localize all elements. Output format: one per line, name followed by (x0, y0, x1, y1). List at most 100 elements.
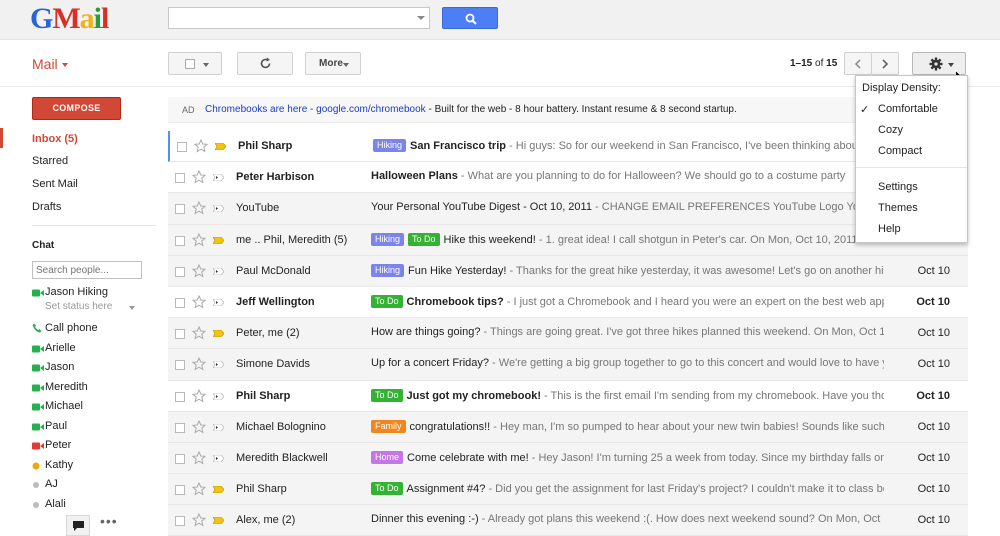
select-all-button[interactable] (168, 52, 222, 75)
email-row[interactable]: Peter Harbison Halloween Plans - What are… (168, 162, 968, 194)
email-label[interactable]: Family (371, 419, 406, 433)
importance-marker-icon[interactable] (213, 454, 224, 462)
star-icon[interactable] (192, 357, 206, 371)
chat-button[interactable] (66, 515, 90, 536)
search-options-caret-icon[interactable] (417, 16, 425, 20)
gmail-logo[interactable]: GMail (30, 2, 109, 36)
importance-marker-icon[interactable] (213, 330, 224, 338)
menu-item-themes[interactable]: Themes (878, 202, 918, 214)
star-icon[interactable] (192, 170, 206, 184)
email-label[interactable]: To Do (408, 232, 440, 246)
menu-item-help[interactable]: Help (878, 223, 901, 235)
search-box[interactable] (168, 7, 430, 29)
importance-marker-icon[interactable] (213, 205, 224, 213)
sidebar-item-sent-mail[interactable]: Sent Mail (32, 178, 78, 190)
importance-marker-icon[interactable] (213, 267, 224, 275)
older-button[interactable] (871, 52, 899, 75)
email-label[interactable]: To Do (371, 388, 403, 402)
email-row[interactable]: Simone Davids Up for a concert Friday? - … (168, 349, 968, 381)
email-row[interactable]: me .. Phil, Meredith (5) Hiking To Do Hike … (168, 224, 968, 256)
chevron-down-icon[interactable] (129, 306, 135, 310)
search-button[interactable] (442, 7, 498, 29)
email-label[interactable]: Hiking (371, 232, 405, 246)
star-icon[interactable] (192, 513, 206, 527)
mail-switcher[interactable]: Mail (32, 56, 68, 72)
importance-marker-icon[interactable] (213, 517, 224, 525)
menu-divider (856, 167, 967, 168)
star-icon[interactable] (192, 419, 206, 434)
email-checkbox[interactable] (175, 516, 185, 527)
email-label[interactable]: To Do (371, 294, 403, 308)
email-label[interactable]: Home (371, 450, 404, 464)
pager-range: 1–15 (790, 58, 813, 69)
email-checkbox[interactable] (175, 329, 185, 340)
email-row[interactable]: Michael Bolognino Family congratulations!!… (168, 411, 968, 443)
email-checkbox[interactable] (175, 360, 185, 371)
email-row[interactable]: Phil Sharp Hiking San Francisco trip - Hi … (168, 131, 968, 163)
people-search-box[interactable] (32, 261, 142, 279)
email-checkbox[interactable] (175, 204, 185, 215)
menu-item-comfortable[interactable]: Comfortable (878, 103, 938, 115)
menu-item-cozy[interactable]: Cozy (878, 124, 903, 136)
importance-marker-icon[interactable] (213, 361, 224, 369)
select-checkbox[interactable] (185, 59, 195, 69)
logo-letter-g: G (30, 2, 53, 35)
email-row[interactable]: Jeff Wellington To Do Chromebook tips? - I… (168, 286, 968, 319)
set-status-link[interactable]: Set status here (45, 301, 112, 312)
star-icon[interactable] (192, 201, 206, 215)
importance-marker-icon[interactable] (213, 298, 224, 306)
email-checkbox[interactable] (175, 266, 185, 277)
importance-marker-icon[interactable] (213, 392, 224, 400)
importance-marker-icon[interactable] (215, 143, 226, 150)
ad-link[interactable]: Chromebooks are here (205, 104, 307, 115)
email-label[interactable]: Hiking (371, 263, 405, 277)
menu-item-settings[interactable]: Settings (878, 181, 918, 193)
people-search-input[interactable] (33, 262, 137, 278)
sidebar-item-inbox[interactable]: Inbox (5) (32, 133, 78, 145)
importance-marker-icon[interactable] (213, 486, 224, 494)
importance-marker-icon[interactable] (213, 236, 224, 244)
email-checkbox[interactable] (175, 422, 185, 433)
email-checkbox[interactable] (175, 391, 185, 402)
sidebar-item-starred[interactable]: Starred (32, 155, 68, 167)
star-icon[interactable] (192, 388, 206, 403)
search-input[interactable] (169, 8, 409, 28)
star-icon[interactable] (192, 232, 206, 247)
star-icon[interactable] (192, 263, 206, 278)
email-row[interactable]: Paul McDonald Hiking Fun Hike Yesterday! -… (168, 255, 968, 287)
refresh-button[interactable] (237, 52, 293, 75)
email-row[interactable]: Meredith Blackwell Home Come celebrate wit… (168, 442, 968, 475)
more-button[interactable]: More (305, 52, 361, 75)
email-row[interactable]: Alex, me (2) Dinner this evening :-) - Al… (168, 505, 968, 536)
star-icon[interactable] (194, 139, 208, 153)
importance-marker-icon[interactable] (213, 423, 224, 431)
email-row[interactable]: Phil Sharp To Do Just got my chromebook! -… (168, 380, 968, 412)
newer-button[interactable] (844, 52, 872, 75)
star-icon[interactable] (192, 450, 206, 465)
logo-letter-i: i (93, 2, 102, 35)
chat-more-icon[interactable]: ••• (100, 513, 118, 529)
importance-marker-icon[interactable] (213, 174, 224, 182)
ad-tag: AD (182, 105, 195, 115)
compose-button[interactable]: COMPOSE (32, 97, 121, 120)
email-checkbox[interactable] (175, 453, 185, 464)
email-checkbox[interactable] (175, 173, 185, 184)
email-checkbox[interactable] (175, 297, 185, 308)
ad-domain-link[interactable]: google.com/chromebook (316, 104, 426, 115)
star-icon[interactable] (192, 326, 206, 340)
email-subject: Halloween Plans (371, 170, 458, 183)
menu-item-compact[interactable]: Compact (878, 145, 922, 157)
email-row[interactable]: YouTube Your Personal YouTube Digest - Oc… (168, 193, 968, 225)
email-checkbox[interactable] (175, 235, 185, 246)
email-checkbox[interactable] (177, 142, 187, 152)
email-sender: Phil Sharp (236, 389, 291, 402)
email-content: To Do Assignment #4? - Did you get the as… (371, 482, 884, 496)
email-label[interactable]: To Do (371, 482, 403, 496)
email-checkbox[interactable] (175, 485, 185, 496)
star-icon[interactable] (192, 482, 206, 496)
star-icon[interactable] (192, 294, 206, 309)
email-label[interactable]: Hiking (373, 139, 407, 152)
email-row[interactable]: Peter, me (2) How are things going? - Thi… (168, 318, 968, 350)
email-row[interactable]: Phil Sharp To Do Assignment #4? - Did you … (168, 474, 968, 506)
sidebar-item-drafts[interactable]: Drafts (32, 201, 61, 213)
